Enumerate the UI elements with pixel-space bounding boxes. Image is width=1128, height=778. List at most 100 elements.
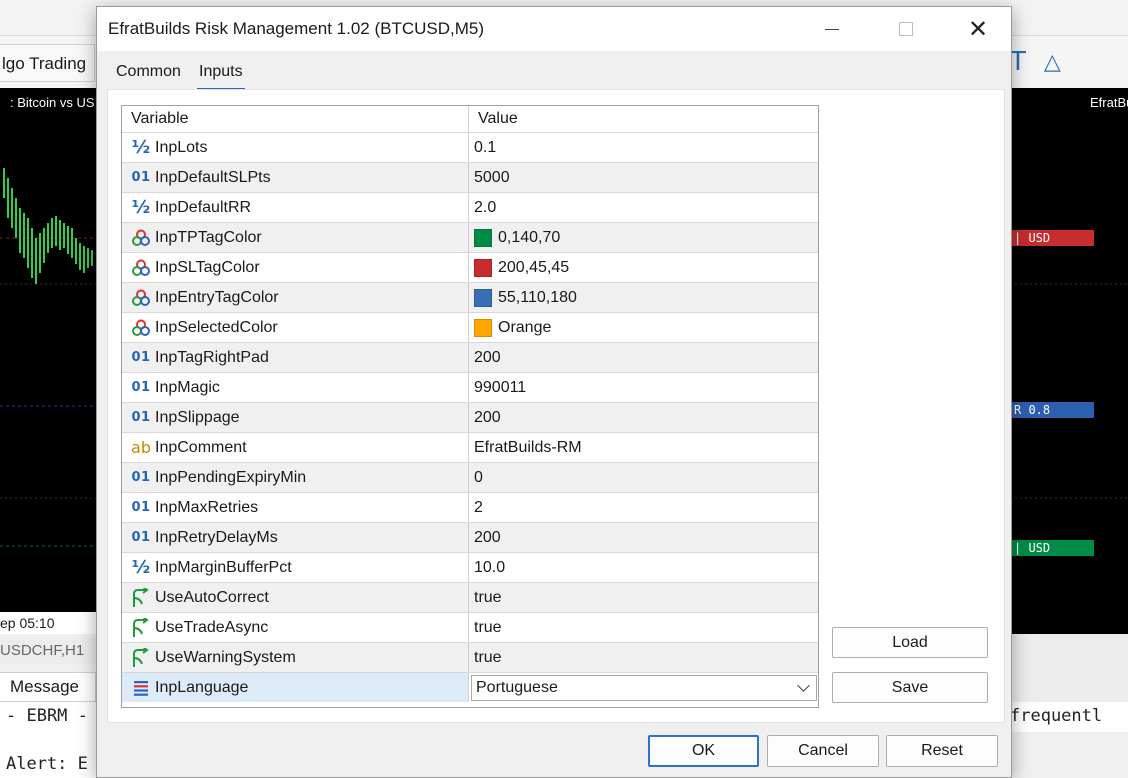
sl-price-tag[interactable]: | USD xyxy=(1010,230,1094,246)
value-text: 2.0 xyxy=(474,198,497,216)
value-cell[interactable]: 2 xyxy=(469,493,818,522)
variable-cell[interactable]: InpSLTagColor xyxy=(122,253,469,282)
value-text: 0.1 xyxy=(474,138,497,156)
text-tool-icon[interactable]: T xyxy=(1010,47,1026,77)
cancel-button[interactable]: Cancel xyxy=(767,735,879,767)
column-header-value[interactable]: Value xyxy=(469,106,818,132)
input-row-inpentrytagcolor[interactable]: InpEntryTagColor 55,110,180 xyxy=(122,282,818,312)
load-button[interactable]: Load xyxy=(832,627,988,658)
variable-name: UseWarningSystem xyxy=(155,648,296,666)
tp-price-tag[interactable]: | USD xyxy=(1010,540,1094,556)
input-row-inpsltagcolor[interactable]: InpSLTagColor 200,45,45 xyxy=(122,252,818,282)
color-swatch[interactable] xyxy=(474,228,492,247)
variable-cell[interactable]: ½ InpLots xyxy=(122,133,469,162)
value-cell[interactable]: 0.1 xyxy=(469,133,818,162)
variable-cell[interactable]: InpSelectedColor xyxy=(122,313,469,342)
value-cell[interactable]: 5000 xyxy=(469,163,818,192)
variable-cell[interactable]: 01 InpMaxRetries xyxy=(122,493,469,522)
value-cell[interactable]: 2.0 xyxy=(469,193,818,222)
maximize-icon xyxy=(899,22,913,36)
input-row-inpretrydelayms[interactable]: 01 InpRetryDelayMs 200 xyxy=(122,522,818,552)
ok-button[interactable]: OK xyxy=(648,735,759,767)
variable-cell[interactable]: UseTradeAsync xyxy=(122,613,469,642)
value-text: 200,45,45 xyxy=(498,258,570,276)
value-cell[interactable]: 200 xyxy=(469,403,818,432)
variable-cell[interactable]: ab InpComment xyxy=(122,433,469,462)
value-cell[interactable]: true xyxy=(469,583,818,612)
variable-cell[interactable]: 01 InpRetryDelayMs xyxy=(122,523,469,552)
input-row-inpdefaultrr[interactable]: ½ InpDefaultRR 2.0 xyxy=(122,192,818,222)
value-cell[interactable]: Portuguese xyxy=(469,673,818,702)
value-cell[interactable]: 990011 xyxy=(469,373,818,402)
variable-cell[interactable]: UseWarningSystem xyxy=(122,643,469,672)
input-row-inpselectedcolor[interactable]: InpSelectedColor Orange xyxy=(122,312,818,342)
value-cell[interactable]: Orange xyxy=(469,313,818,342)
value-text: 0,140,70 xyxy=(498,228,561,246)
value-cell[interactable]: true xyxy=(469,613,818,642)
shapes-tool-icon[interactable]: △ xyxy=(1044,50,1061,75)
value-cell[interactable]: 55,110,180 xyxy=(469,283,818,312)
reset-button[interactable]: Reset xyxy=(886,735,998,767)
color-swatch[interactable] xyxy=(474,288,492,307)
chevron-down-icon[interactable] xyxy=(797,678,810,692)
variable-cell[interactable]: 01 InpDefaultSLPts xyxy=(122,163,469,192)
input-row-inpmarginbufferpct[interactable]: ½ InpMarginBufferPct 10.0 xyxy=(122,552,818,582)
chart-area-left: : Bitcoin vs US ep 05:10 xyxy=(0,88,96,634)
variable-cell[interactable]: InpEntryTagColor xyxy=(122,283,469,312)
inputs-grid: Variable Value ½ InpLots 0.1 01 InpDefaultSL… xyxy=(121,105,819,708)
value-cell[interactable]: 200 xyxy=(469,523,818,552)
variable-cell[interactable]: UseAutoCorrect xyxy=(122,583,469,612)
dialog-title: EfratBuilds Risk Management 1.02 (BTCUSD… xyxy=(108,19,485,38)
variable-cell[interactable]: 01 InpMagic xyxy=(122,373,469,402)
dialog-title-bar: EfratBuilds Risk Management 1.02 (BTCUSD… xyxy=(97,7,1011,51)
integer-type-icon: 01 xyxy=(131,380,151,395)
save-button[interactable]: Save xyxy=(832,672,988,703)
variable-cell[interactable]: 01 InpTagRightPad xyxy=(122,343,469,372)
minimize-button[interactable] xyxy=(809,7,855,51)
chart-tab-usdchf[interactable]: USDCHF,H1 xyxy=(0,638,96,664)
variable-cell[interactable]: 01 InpSlippage xyxy=(122,403,469,432)
input-row-usetradeasync[interactable]: UseTradeAsync true xyxy=(122,612,818,642)
input-row-inplots[interactable]: ½ InpLots 0.1 xyxy=(122,132,818,162)
price-candles xyxy=(0,168,96,547)
variable-name: UseAutoCorrect xyxy=(155,588,269,606)
input-row-inptagrightpad[interactable]: 01 InpTagRightPad 200 xyxy=(122,342,818,372)
input-row-usewarningsystem[interactable]: UseWarningSystem true xyxy=(122,642,818,672)
value-text: 200 xyxy=(474,528,501,546)
input-row-useautocorrect[interactable]: UseAutoCorrect true xyxy=(122,582,818,612)
input-row-inpcomment[interactable]: ab InpComment EfratBuilds-RM xyxy=(122,432,818,462)
algo-trading-button[interactable]: lgo Trading xyxy=(0,44,96,82)
input-row-inppendingexpirymin[interactable]: 01 InpPendingExpiryMin 0 xyxy=(122,462,818,492)
close-button[interactable]: ✕ xyxy=(955,7,1001,51)
input-row-inplanguage[interactable]: InpLanguage Portuguese xyxy=(122,672,818,702)
variable-name: InpMaxRetries xyxy=(155,498,259,516)
input-row-inpslippage[interactable]: 01 InpSlippage 200 xyxy=(122,402,818,432)
entry-price-tag[interactable]: R 0.8 xyxy=(1010,402,1094,418)
value-cell[interactable]: 200,45,45 xyxy=(469,253,818,282)
input-row-inpmagic[interactable]: 01 InpMagic 990011 xyxy=(122,372,818,402)
column-header-variable[interactable]: Variable xyxy=(122,106,469,132)
input-row-inpmaxretries[interactable]: 01 InpMaxRetries 2 xyxy=(122,492,818,522)
tab-inputs[interactable]: Inputs xyxy=(197,63,245,90)
chart-area-right: EfratBu | USD R 0.8 | USD xyxy=(1010,88,1128,634)
maximize-button[interactable] xyxy=(883,7,929,51)
value-cell[interactable]: true xyxy=(469,643,818,672)
value-cell[interactable]: EfratBuilds-RM xyxy=(469,433,818,462)
variable-cell[interactable]: InpTPTagColor xyxy=(122,223,469,252)
variable-cell[interactable]: InpLanguage xyxy=(122,673,469,702)
color-swatch[interactable] xyxy=(474,258,492,277)
language-select[interactable]: Portuguese xyxy=(471,674,817,701)
value-cell[interactable]: 0,140,70 xyxy=(469,223,818,252)
variable-cell[interactable]: ½ InpDefaultRR xyxy=(122,193,469,222)
tab-common[interactable]: Common xyxy=(116,63,181,81)
variable-name: InpTPTagColor xyxy=(155,228,262,246)
value-cell[interactable]: 10.0 xyxy=(469,553,818,582)
color-swatch[interactable] xyxy=(474,318,492,337)
value-cell[interactable]: 200 xyxy=(469,343,818,372)
variable-cell[interactable]: ½ InpMarginBufferPct xyxy=(122,553,469,582)
input-row-inptptagcolor[interactable]: InpTPTagColor 0,140,70 xyxy=(122,222,818,252)
value-cell[interactable]: 0 xyxy=(469,463,818,492)
inputs-panel: Variable Value ½ InpLots 0.1 01 InpDefaultSL… xyxy=(107,89,1005,723)
input-row-inpdefaultslpts[interactable]: 01 InpDefaultSLPts 5000 xyxy=(122,162,818,192)
variable-cell[interactable]: 01 InpPendingExpiryMin xyxy=(122,463,469,492)
